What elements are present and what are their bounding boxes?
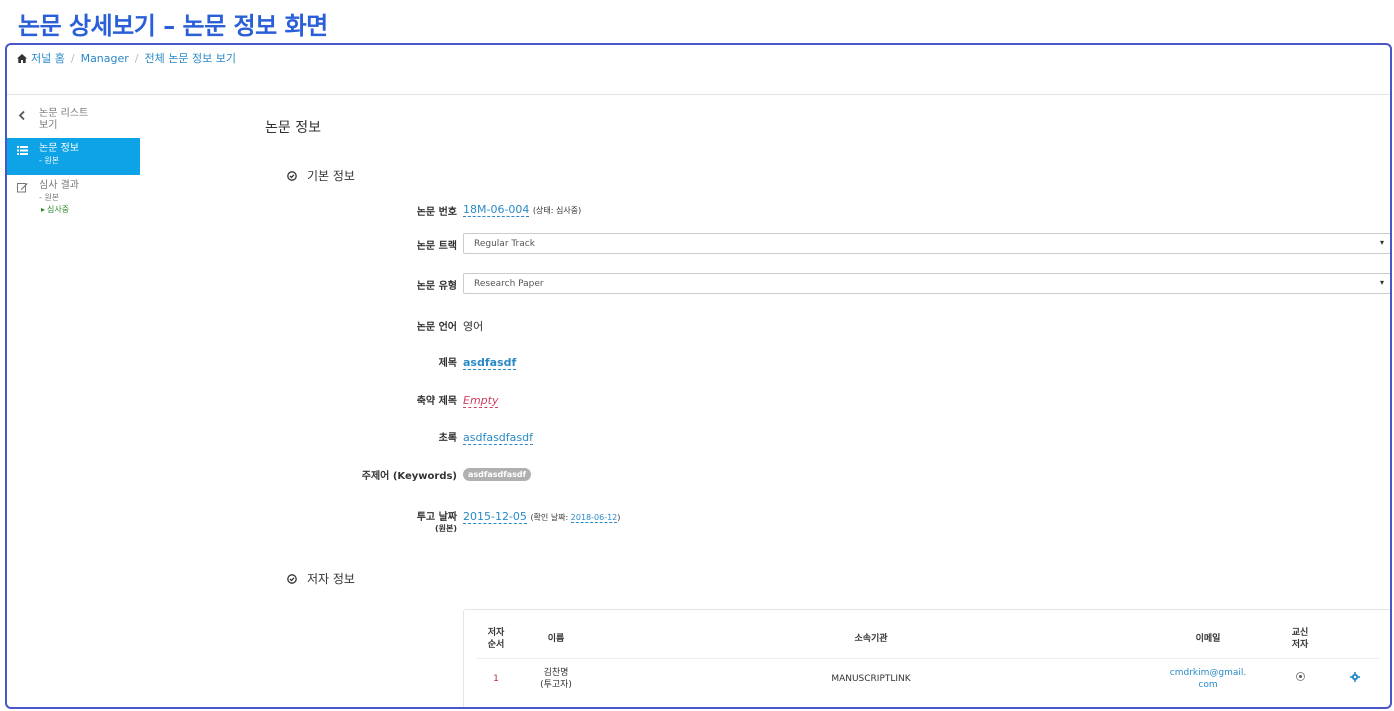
author-table-panel: 저자 순서 이름 소속기관 이메일 교신 저자 1 김찬명 (투고자) MANUSCR…: [463, 609, 1390, 707]
sidebar-item-label: 보기: [39, 120, 58, 131]
breadcrumb-separator: /: [70, 51, 75, 65]
date-label: 투고 날짜: [416, 512, 457, 523]
col-header-corresponding: 교신 저자: [1270, 624, 1330, 659]
breadcrumb-current-link[interactable]: 전체 논문 정보 보기: [145, 50, 236, 66]
edit-icon: [17, 183, 28, 193]
confirm-date-link[interactable]: 2018-06-12: [570, 513, 618, 523]
sidebar-item-review-result[interactable]: 심사 결과 - 원본 심사중: [7, 175, 140, 221]
section-title: 논문 정보: [265, 120, 321, 136]
field-value: Empty: [463, 394, 499, 408]
sidebar-item-paper-info[interactable]: 논문 정보 - 원본: [7, 138, 140, 175]
basic-info-title: 기본 정보: [307, 169, 355, 183]
header-text: 저자: [1291, 639, 1309, 650]
sidebar-item-sub: - 원본: [39, 156, 60, 165]
author-name: 김찬명 (투고자): [516, 658, 596, 699]
field-label: 투고 날짜 (원본): [257, 508, 457, 534]
col-header-affiliation: 소속기관: [596, 624, 1146, 659]
author-name-text: 김찬명: [543, 667, 569, 678]
gear-icon[interactable]: [1350, 671, 1360, 682]
field-label: 논문 트랙: [416, 241, 457, 252]
field-label: 논문 번호: [416, 207, 457, 218]
date-sub-label: (원본): [434, 524, 457, 533]
field-value: 18M-06-004 (상태: 심사중): [463, 203, 582, 217]
table-row: 1 김찬명 (투고자) MANUSCRIPTLINK cmdrkim@gmail.…: [476, 658, 1380, 699]
caret-down-icon: ▾: [1379, 238, 1384, 247]
caret-down-icon: ▾: [1379, 278, 1384, 287]
col-header-actions: [1330, 624, 1380, 659]
divider: [7, 94, 1390, 95]
paper-number-link[interactable]: 18M-06-004: [463, 203, 530, 217]
check-circle-icon: [287, 170, 297, 181]
breadcrumb-separator: /: [134, 51, 139, 65]
sidebar: 논문 리스트 보기 논문 정보 - 원본 심사 결과 - 원본 심사중: [7, 103, 140, 221]
author-info-title: 저자 정보: [307, 572, 355, 586]
confirm-prefix: (확인 날짜:: [530, 513, 571, 522]
col-header-email: 이메일: [1146, 624, 1270, 659]
track-select-value: Regular Track: [474, 239, 535, 249]
field-value: asdfasdfasdf: [463, 467, 532, 481]
field-label: 주제어 (Keywords): [361, 471, 457, 482]
app-frame: 저널 홈 / Manager / 전체 논문 정보 보기 논문 리스트 보기 논…: [5, 43, 1392, 709]
field-label: 축약 제목: [416, 396, 457, 407]
author-info-heading: 저자 정보: [287, 570, 355, 587]
field-label: 제목: [438, 358, 457, 369]
corresponding-radio[interactable]: [1295, 672, 1305, 681]
track-select[interactable]: Regular Track ▾: [463, 233, 1390, 254]
field-label: 논문 유형: [416, 281, 457, 292]
sidebar-item-back-to-list[interactable]: 논문 리스트 보기: [7, 103, 140, 138]
author-actions: [1330, 658, 1380, 699]
home-icon: [17, 53, 27, 63]
field-value: asdfasdfasdf: [463, 431, 533, 445]
basic-info-heading: 기본 정보: [287, 167, 355, 184]
breadcrumb-manager-link[interactable]: Manager: [81, 52, 129, 65]
sidebar-item-label: 논문 정보: [39, 143, 79, 154]
author-table: 저자 순서 이름 소속기관 이메일 교신 저자 1 김찬명 (투고자) MANUSCR…: [476, 624, 1380, 699]
email-text: com: [1198, 679, 1218, 690]
author-order: 1: [493, 673, 499, 684]
field-label: 초록: [438, 433, 457, 444]
language-value: 영어: [463, 320, 484, 333]
chevron-left-icon: [18, 110, 25, 121]
field-value: asdfasdf: [463, 356, 517, 370]
breadcrumb: 저널 홈 / Manager / 전체 논문 정보 보기: [17, 50, 236, 66]
field-value: 2015-12-05 (확인 날짜: 2018-06-12): [463, 510, 620, 524]
type-select-value: Research Paper: [474, 279, 544, 289]
field-label: 논문 언어: [416, 322, 457, 333]
sidebar-item-sub: - 원본: [39, 193, 60, 202]
author-affiliation: MANUSCRIPTLINK: [831, 673, 911, 684]
col-header-order: 저자 순서: [476, 624, 516, 659]
author-email[interactable]: cmdrkim@gmail. com: [1146, 658, 1270, 699]
short-title-link[interactable]: Empty: [463, 394, 499, 408]
header-text: 교신: [1291, 627, 1309, 638]
keyword-tag[interactable]: asdfasdfasdf: [463, 468, 532, 481]
confirm-date-note: (확인 날짜: 2018-06-12): [530, 513, 620, 523]
list-icon: [17, 146, 28, 155]
abstract-link[interactable]: asdfasdfasdf: [463, 431, 533, 445]
title-link[interactable]: asdfasdf: [463, 356, 517, 370]
review-status[interactable]: 심사중: [39, 204, 134, 216]
header-text: 저자: [487, 627, 505, 638]
table-header-row: 저자 순서 이름 소속기관 이메일 교신 저자: [476, 624, 1380, 659]
page-title: 논문 상세보기 – 논문 정보 화면: [18, 12, 328, 40]
sidebar-item-label: 심사 결과: [39, 180, 79, 191]
type-select[interactable]: Research Paper ▾: [463, 273, 1390, 294]
email-text: cmdrkim@gmail.: [1169, 667, 1247, 678]
check-circle-icon: [287, 573, 297, 584]
header-text: 순서: [487, 639, 505, 650]
submit-date-link[interactable]: 2015-12-05: [463, 510, 527, 524]
breadcrumb-home-link[interactable]: 저널 홈: [31, 50, 65, 66]
col-header-name: 이름: [516, 624, 596, 659]
confirm-suffix: ): [617, 513, 621, 522]
paper-status: (상태: 심사중): [532, 206, 582, 215]
sidebar-item-label: 논문 리스트: [39, 108, 89, 119]
author-role-text: (투고자): [540, 679, 572, 690]
author-corresponding: [1270, 658, 1330, 699]
